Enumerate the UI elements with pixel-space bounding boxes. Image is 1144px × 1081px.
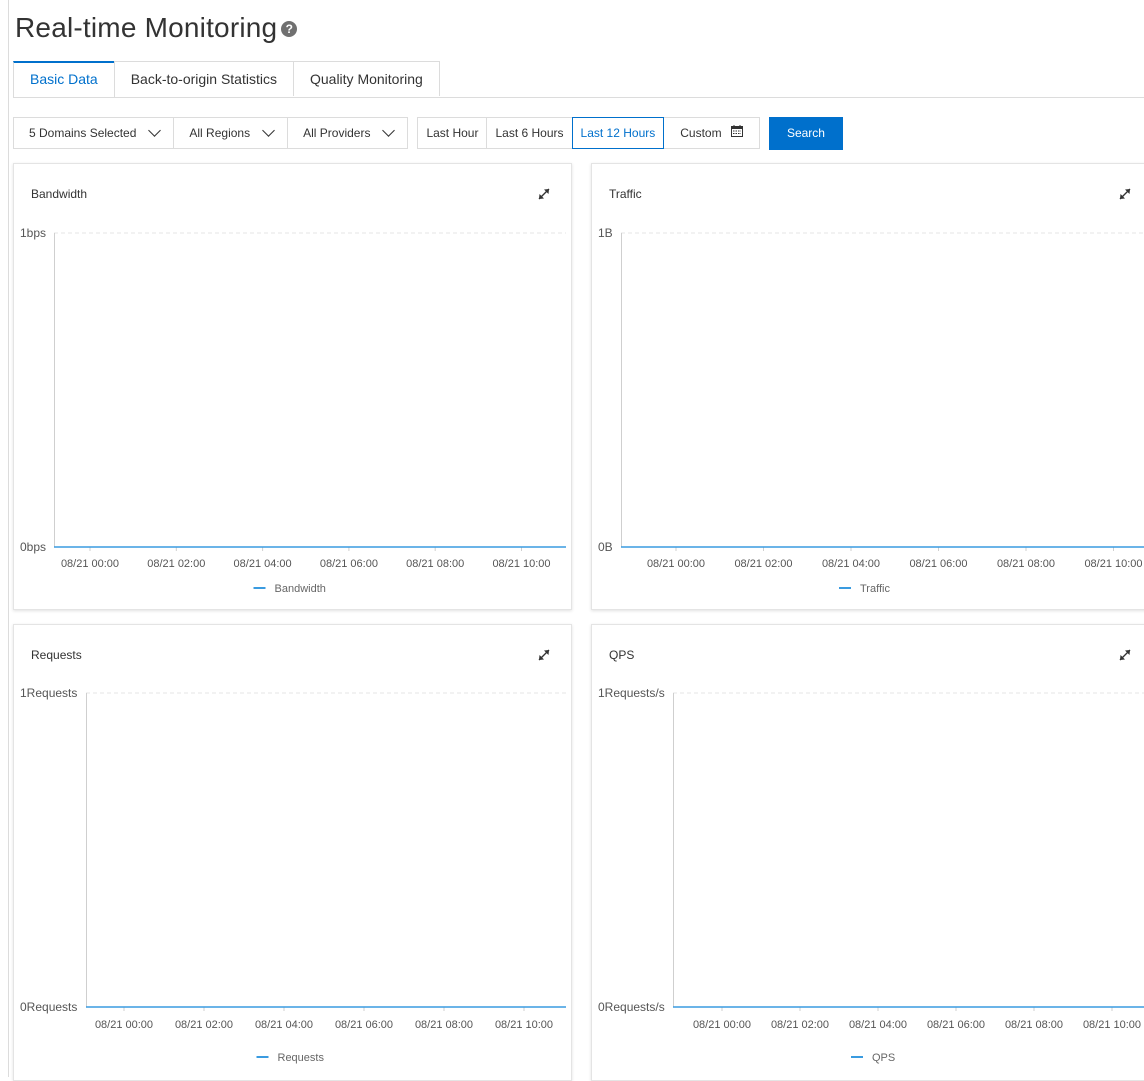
tab-quality-monitoring[interactable]: Quality Monitoring (292, 61, 440, 96)
x-tick-label: 08/21 10:00 (1084, 558, 1142, 570)
domain-select[interactable]: 5 Domains Selected (13, 117, 175, 149)
tab-bar: Basic Data Back-to-origin Statistics Qua… (13, 61, 1144, 98)
requests-chart: 1Requests 0Requests 08/21 00:00 08/21 02:00… (20, 686, 566, 1064)
bandwidth-chart: 1bps 0bps 08/21 00:00 08/21 02:00 08/21 04:0… (20, 226, 566, 595)
bandwidth-chart-panel: Bandwidth 1bps 0bps 08/21 00:00 08/21 02:00 0… (13, 163, 572, 610)
legend-label: Bandwidth (275, 583, 326, 595)
qps-chart-panel: QPS 1Requests/s 0Requests/s 08/21 00:00 08/2… (591, 624, 1144, 1081)
traffic-chart: 1B 0B 08/21 00:00 08/21 02:00 08/21 04:00 08/… (598, 226, 1144, 595)
y-tick-label: 1bps (20, 226, 46, 240)
x-tick-label: 08/21 04:00 (822, 558, 880, 570)
page-title: Real-time Monitoring (15, 12, 278, 43)
legend-label: Requests (278, 1052, 325, 1064)
chevron-down-icon (382, 124, 396, 137)
x-tick-label: 08/21 02:00 (734, 558, 792, 570)
qps-chart: 1Requests/s 0Requests/s 08/21 00:00 08/21 0… (598, 686, 1144, 1064)
traffic-chart-panel: Traffic 1B 0B 08/21 00:00 08/21 02:00 08/21 0… (591, 163, 1144, 610)
provider-select-label: All Providers (303, 126, 371, 140)
custom-range-label: Custom (680, 126, 722, 140)
x-tick-label: 08/21 10:00 (492, 558, 550, 570)
x-tick-label: 08/21 02:00 (147, 558, 205, 570)
custom-range-button[interactable]: Custom (663, 117, 760, 149)
x-tick-label: 08/21 06:00 (909, 558, 967, 570)
tab-basic-data[interactable]: Basic Data (13, 61, 115, 97)
legend-label: QPS (872, 1052, 895, 1064)
x-tick-label: 08/21 08:00 (1005, 1019, 1063, 1031)
last-hour-button[interactable]: Last Hour (417, 117, 488, 149)
y-tick-label: 1B (598, 226, 613, 240)
x-tick-label: 08/21 02:00 (175, 1019, 233, 1031)
y-tick-label: 0B (598, 540, 613, 554)
x-tick-label: 08/21 06:00 (335, 1019, 393, 1031)
tab-back-to-origin-statistics[interactable]: Back-to-origin Statistics (113, 61, 294, 96)
x-tick-label: 08/21 04:00 (849, 1019, 907, 1031)
x-tick-label: 08/21 06:00 (320, 558, 378, 570)
last-6-hours-button[interactable]: Last 6 Hours (486, 117, 573, 149)
x-tick-label: 08/21 08:00 (997, 558, 1055, 570)
x-tick-label: 08/21 06:00 (927, 1019, 985, 1031)
x-tick-label: 08/21 00:00 (95, 1019, 153, 1031)
filter-bar: 5 Domains Selected All Regions All Provi… (13, 116, 843, 150)
x-tick-label: 08/21 10:00 (495, 1019, 553, 1031)
x-tick-label: 08/21 00:00 (647, 558, 705, 570)
last-12-hours-button[interactable]: Last 12 Hours (571, 117, 665, 149)
x-tick-label: 08/21 08:00 (415, 1019, 473, 1031)
y-tick-label: 1Requests/s (598, 686, 665, 700)
chevron-down-icon (148, 124, 162, 137)
y-tick-label: 0Requests/s (598, 1000, 665, 1014)
help-icon[interactable]: ? (281, 21, 298, 37)
calendar-icon (730, 118, 743, 148)
requests-chart-panel: Requests 1Requests 0Requests 08/21 00:00 08/… (13, 624, 572, 1081)
x-tick-label: 08/21 04:00 (234, 558, 292, 570)
y-tick-label: 0Requests (20, 1000, 77, 1014)
provider-select[interactable]: All Providers (287, 117, 409, 149)
x-tick-label: 08/21 00:00 (61, 558, 119, 570)
y-tick-label: 1Requests (20, 686, 77, 700)
chevron-down-icon (262, 124, 275, 137)
domain-select-label: 5 Domains Selected (29, 126, 137, 140)
x-tick-label: 08/21 10:00 (1083, 1019, 1141, 1031)
page: Real-time Monitoring ? Basic Data Back-t… (8, 0, 1144, 1081)
x-tick-label: 08/21 04:00 (255, 1019, 313, 1031)
y-tick-label: 0bps (20, 540, 46, 554)
x-tick-label: 08/21 00:00 (693, 1019, 751, 1031)
search-button[interactable]: Search (768, 116, 843, 150)
legend-label: Traffic (860, 583, 890, 595)
x-tick-label: 08/21 02:00 (771, 1019, 829, 1031)
region-select-label: All Regions (189, 126, 251, 140)
region-select[interactable]: All Regions (173, 117, 289, 149)
page-header: Real-time Monitoring ? (15, 12, 298, 44)
x-tick-label: 08/21 08:00 (406, 558, 464, 570)
